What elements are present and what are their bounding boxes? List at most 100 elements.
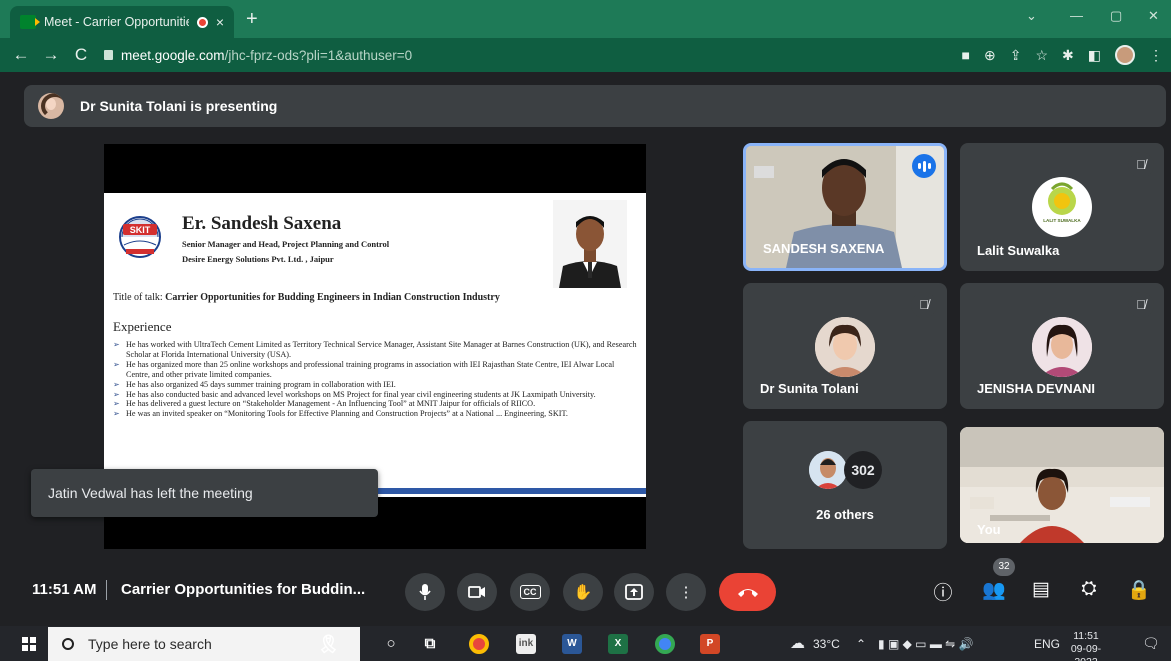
camera-button[interactable] <box>457 573 497 611</box>
jenisha-photo <box>1032 317 1092 377</box>
participant-tile-sunita[interactable]: 🎙̸ Dr Sunita Tolani <box>743 283 947 409</box>
lalit-logo-text: LALIT SUWALKA <box>1043 218 1081 223</box>
talk-prefix: Title of talk: <box>113 292 166 303</box>
clock-date: 09-09-2022 <box>1070 643 1102 661</box>
camera-in-use-icon[interactable]: ■ <box>962 47 970 63</box>
present-icon <box>625 584 643 600</box>
participant-count-badge: 32 <box>993 558 1015 576</box>
leave-call-button[interactable] <box>719 573 776 611</box>
zoom-icon[interactable]: ⊕ <box>984 47 996 64</box>
notifications-icon[interactable]: 🗨 <box>1142 635 1160 652</box>
skit-logo-text: SKIT <box>130 225 151 235</box>
host-controls-icon[interactable]: 🔒 <box>1125 578 1153 602</box>
address-bar[interactable]: meet.google.com/jhc-fprz-ods?pli=1&authu… <box>104 42 999 68</box>
others-count-text: 302 <box>851 462 875 478</box>
talk-title: Carrier Opportunities for Budding Engine… <box>165 292 500 303</box>
clock-time: 11:51 <box>1073 630 1099 642</box>
meet-favicon-icon <box>20 15 40 29</box>
camera-icon <box>468 586 485 598</box>
chrome-taskbar-icon[interactable] <box>469 634 489 654</box>
tray-chevron-icon[interactable]: ⌃ <box>856 637 866 651</box>
experience-list: He has worked with UltraTech Cement Limi… <box>113 340 638 419</box>
participant-name: SANDESH SAXENA <box>763 241 885 256</box>
participant-name: You <box>977 522 1001 537</box>
mic-off-icon: 🎙̸ <box>1128 152 1154 178</box>
captions-button[interactable]: CC <box>510 573 550 611</box>
participant-tile-sandesh[interactable]: SANDESH SAXENA <box>743 143 947 271</box>
list-item: He has also conducted basic and advanced… <box>113 390 638 400</box>
microphone-button[interactable] <box>405 573 445 611</box>
word-taskbar-icon[interactable]: W <box>562 634 582 654</box>
cortana-icon[interactable]: ○ <box>381 634 401 654</box>
weather-icon[interactable]: ☁ <box>790 634 805 652</box>
participant-tile-lalit[interactable]: 🎙̸ LALIT SUWALKA Lalit Suwalka <box>960 143 1164 271</box>
speaker-company: Desire Energy Solutions Pvt. Ltd. , Jaip… <box>182 254 334 264</box>
jenisha-avatar <box>1032 317 1092 377</box>
taskbar-search-box[interactable]: Type here to search <box>48 627 360 661</box>
people-icon[interactable]: 👥 <box>980 578 1008 602</box>
mic-off-icon: 🎙̸ <box>911 292 937 318</box>
participant-tile-you[interactable]: You <box>960 427 1164 543</box>
tab-search-icon[interactable]: ⌄ <box>1026 8 1037 24</box>
presentation-slide: SKIT Er. Sandesh Saxena Senior Manager a… <box>104 193 646 497</box>
list-item: He has organized more than 25 online wor… <box>113 360 638 380</box>
taskbar-clock[interactable]: 11:51 09-09-2022 <box>1064 630 1108 661</box>
talk-line: Title of talk: Carrier Opportunities for… <box>113 292 500 303</box>
recording-indicator-icon <box>196 16 208 28</box>
forward-icon[interactable]: → <box>36 45 66 65</box>
close-window-button[interactable]: ✕ <box>1148 8 1159 24</box>
maximize-button[interactable]: ▢ <box>1110 8 1122 24</box>
present-screen-button[interactable] <box>614 573 654 611</box>
others-avatar-1 <box>809 451 847 489</box>
chrome-profile-taskbar-icon[interactable] <box>655 634 675 654</box>
divider <box>106 580 107 600</box>
tray-app-icons[interactable]: ▮ ▣ ◆ ▭ ▬ ⇋ 🔊 <box>878 637 974 651</box>
menu-kebab-icon[interactable]: ⋮ <box>1149 47 1163 64</box>
search-placeholder: Type here to search <box>88 636 212 652</box>
microphone-icon <box>419 584 431 600</box>
list-item: He has worked with UltraTech Cement Limi… <box>113 340 638 360</box>
chat-icon[interactable]: ▤ <box>1027 578 1055 601</box>
url-host: meet.google.com <box>121 47 225 63</box>
side-panel-icon[interactable]: ◧ <box>1088 47 1101 64</box>
speaker-name: Er. Sandesh Saxena <box>182 213 342 234</box>
lock-icon <box>104 50 113 60</box>
bookmark-star-icon[interactable]: ☆ <box>1035 47 1048 64</box>
ribbon-icon[interactable]: 🎗 <box>317 634 340 654</box>
browser-tab-meet[interactable]: Meet - Carrier Opportunities × <box>10 6 234 38</box>
task-view-icon[interactable]: ⧉ <box>420 634 440 654</box>
tab-close-button[interactable]: × <box>216 14 224 30</box>
meeting-details-icon[interactable]: ⓘ <box>929 578 957 605</box>
powerpoint-taskbar-icon[interactable]: P <box>700 634 720 654</box>
speaking-indicator-icon <box>912 154 936 178</box>
sunita-photo <box>815 317 875 377</box>
activities-icon[interactable]: ⛭ <box>1075 578 1103 600</box>
others-label: 26 others <box>816 507 874 522</box>
participant-name: Dr Sunita Tolani <box>760 381 859 396</box>
profile-avatar[interactable] <box>1115 45 1135 65</box>
inkscape-taskbar-icon[interactable]: ink <box>516 634 536 654</box>
end-call-icon <box>737 589 758 597</box>
mic-off-icon: 🎙̸ <box>1128 292 1154 318</box>
captions-icon: CC <box>519 585 541 599</box>
participant-tile-others[interactable]: 302 26 others <box>743 421 947 549</box>
excel-taskbar-icon[interactable]: X <box>608 634 628 654</box>
raise-hand-button[interactable]: ✋ <box>563 573 603 611</box>
more-options-button[interactable]: ⋮ <box>666 573 706 611</box>
browser-tab-strip: Meet - Carrier Opportunities × + ⌄ — ▢ ✕ <box>0 0 1171 38</box>
language-indicator[interactable]: ENG <box>1034 637 1060 651</box>
reload-icon[interactable]: C <box>66 45 96 65</box>
back-icon[interactable]: ← <box>6 45 36 65</box>
screen: Meet - Carrier Opportunities × + ⌄ — ▢ ✕… <box>0 0 1171 661</box>
list-item: He was an invited speaker on “Monitoring… <box>113 409 638 419</box>
browser-toolbar: ← → C meet.google.com/jhc-fprz-ods?pli=1… <box>0 38 1171 72</box>
others-avatar-photo <box>809 451 847 489</box>
share-icon[interactable]: ⇪ <box>1010 47 1022 64</box>
presenting-text: Dr Sunita Tolani is presenting <box>80 98 278 114</box>
minimize-button[interactable]: — <box>1070 8 1083 23</box>
participant-name: Lalit Suwalka <box>977 243 1060 258</box>
new-tab-button[interactable]: + <box>246 8 258 31</box>
participant-tile-jenisha[interactable]: 🎙̸ JENISHA DEVNANI <box>960 283 1164 409</box>
extensions-icon[interactable]: ✱ <box>1062 47 1074 64</box>
windows-start-icon[interactable] <box>22 637 36 651</box>
